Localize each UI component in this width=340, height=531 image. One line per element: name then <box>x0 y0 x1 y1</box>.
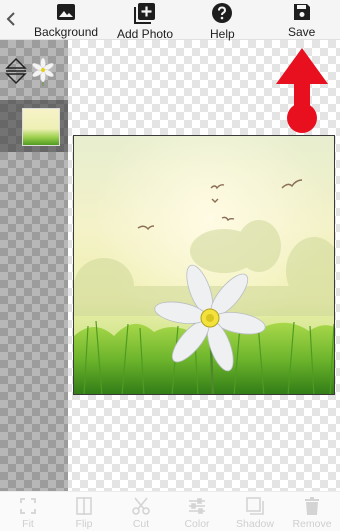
bottom-toolbar: Fit Flip Cut Color Shadow Remove <box>0 491 340 531</box>
layer-item-background[interactable] <box>0 100 68 152</box>
remove-label: Remove <box>292 518 332 530</box>
save-pointer-arrow <box>276 46 332 136</box>
fit-label: Fit <box>22 518 34 530</box>
chevron-left-icon[interactable] <box>2 8 22 30</box>
flip-icon <box>74 496 94 516</box>
image-icon <box>55 2 77 22</box>
save-button[interactable]: Save <box>288 2 315 39</box>
color-button[interactable]: Color <box>171 496 223 530</box>
help-label: Help <box>210 27 235 41</box>
top-toolbar: Background Add Photo Help Save <box>0 0 340 41</box>
cut-label: Cut <box>132 518 150 530</box>
flip-label: Flip <box>75 518 93 530</box>
fit-button[interactable]: Fit <box>2 496 54 530</box>
add-photo-label: Add Photo <box>117 27 174 41</box>
trash-icon <box>302 496 322 516</box>
save-icon <box>291 2 313 22</box>
background-label: Background <box>34 25 99 39</box>
layers-panel <box>0 40 68 491</box>
background-thumbnail <box>22 108 60 146</box>
shadow-button[interactable]: Shadow <box>229 496 281 530</box>
flip-button[interactable]: Flip <box>58 496 110 530</box>
flower-thumbnail <box>30 57 56 86</box>
cut-button[interactable]: Cut <box>115 496 167 530</box>
fit-icon <box>18 496 38 516</box>
save-label: Save <box>288 25 316 39</box>
layer-item-flower[interactable] <box>0 52 68 92</box>
shadow-icon <box>245 496 265 516</box>
shadow-label: Shadow <box>236 518 274 530</box>
help-icon <box>211 2 233 24</box>
add-photo-icon <box>134 2 156 24</box>
color-adjust-icon <box>187 496 207 516</box>
color-label: Color <box>184 518 210 530</box>
scissors-icon <box>131 496 151 516</box>
remove-button[interactable]: Remove <box>286 496 338 530</box>
add-photo-button[interactable]: Add Photo <box>117 2 174 41</box>
help-button[interactable]: Help <box>210 2 235 41</box>
reorder-arrows-icon[interactable] <box>4 56 28 86</box>
photo-layer[interactable] <box>73 135 335 395</box>
meadow-flower-image <box>74 136 334 394</box>
background-button[interactable]: Background <box>34 2 98 39</box>
